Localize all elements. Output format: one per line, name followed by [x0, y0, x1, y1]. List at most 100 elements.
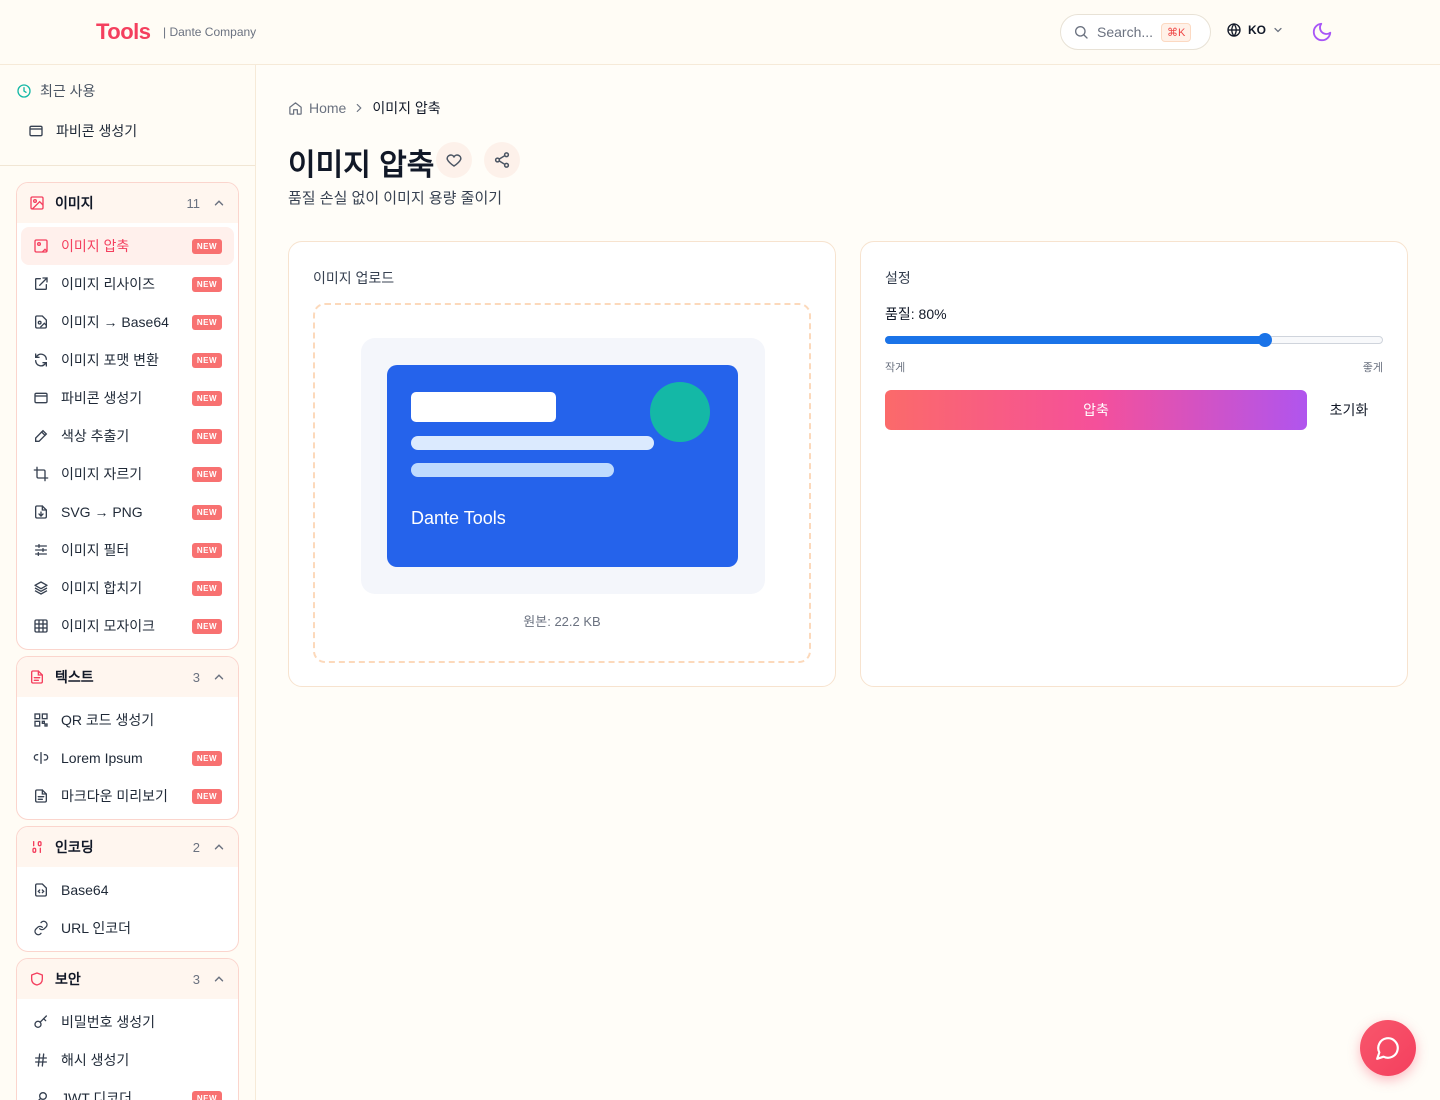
chevron-right-icon	[352, 101, 366, 115]
chevron-up-icon	[212, 972, 226, 986]
sidebar-item-format-convert[interactable]: 이미지 포맷 변환 NEW	[21, 341, 234, 379]
sidebar-item-image-filter[interactable]: 이미지 필터 NEW	[21, 531, 234, 569]
sidebar-item-jwt[interactable]: JWT 디코더 NEW	[21, 1079, 234, 1100]
chevron-down-icon	[1272, 24, 1284, 36]
sidebar-item-hash[interactable]: 해시 생성기	[21, 1041, 234, 1079]
qr-code-icon	[33, 712, 49, 728]
sidebar-item-image-resize[interactable]: 이미지 리사이즈 NEW	[21, 265, 234, 303]
sidebar-item-image-compress[interactable]: 이미지 압축 NEW	[21, 227, 234, 265]
file-code-icon	[33, 504, 49, 520]
group-count: 3	[192, 669, 200, 685]
sidebar-item-base64[interactable]: Base64	[21, 871, 234, 909]
theme-toggle[interactable]	[1311, 21, 1333, 43]
share-button[interactable]	[484, 142, 520, 178]
sidebar-group-text: 텍스트 3 QR 코드 생성기 Lorem Ipsum NEW 마크다운 미리보…	[16, 656, 239, 820]
logo[interactable]: Tools	[96, 19, 151, 45]
sidebar-item-label: 이미지 → Base64	[61, 314, 169, 330]
new-badge: NEW	[191, 750, 222, 766]
sidebar-item-svg-png[interactable]: SVG → PNG NEW	[21, 493, 234, 531]
clock-icon	[16, 83, 32, 99]
chat-button[interactable]	[1360, 1020, 1416, 1076]
sidebar-item-image-mosaic[interactable]: 이미지 모자이크 NEW	[21, 607, 234, 645]
compress-button[interactable]: 압축	[885, 390, 1307, 430]
sidebar-item-label: 비밀번호 생성기	[61, 1014, 156, 1030]
breadcrumb-current: 이미지 압축	[372, 100, 441, 116]
share-icon	[493, 151, 511, 169]
group-name: 텍스트	[55, 669, 94, 685]
sidebar-item-color-extract[interactable]: 색상 추출기 NEW	[21, 417, 234, 455]
sidebar-item-qr-code[interactable]: QR 코드 생성기	[21, 701, 234, 739]
new-badge: NEW	[191, 428, 222, 444]
new-badge: NEW	[191, 788, 222, 804]
image-upload-icon	[33, 238, 49, 254]
slider-fill	[885, 336, 1265, 344]
slider-thumb[interactable]	[1257, 333, 1272, 347]
key-round-icon	[33, 1090, 49, 1100]
preview-image: Dante Tools	[387, 365, 738, 567]
breadcrumb-home[interactable]: Home	[309, 100, 346, 116]
chat-bubble-icon	[1375, 1035, 1401, 1061]
new-badge: NEW	[191, 276, 222, 292]
binary-icon	[29, 839, 45, 855]
sidebar-item-image-crop[interactable]: 이미지 자르기 NEW	[21, 455, 234, 493]
sidebar-item-label: QR 코드 생성기	[61, 712, 155, 728]
sidebar-item-label: 이미지 자르기	[61, 466, 143, 482]
crop-icon	[33, 466, 49, 482]
group-header-image[interactable]: 이미지 11	[17, 183, 238, 223]
language-label: KO	[1248, 23, 1266, 37]
home-icon[interactable]	[288, 101, 303, 116]
new-badge: NEW	[191, 618, 222, 634]
sidebar-item-label: 색상 추출기	[61, 428, 130, 444]
language-selector[interactable]: KO	[1226, 22, 1284, 38]
sidebar-divider	[0, 165, 255, 166]
moon-icon	[1311, 21, 1333, 43]
file-image-icon	[33, 314, 49, 330]
sidebar-item-lorem-ipsum[interactable]: Lorem Ipsum NEW	[21, 739, 234, 777]
upload-dropzone[interactable]: Dante Tools 원본: 22.2 KB	[313, 303, 811, 663]
text-cursor-icon	[33, 750, 49, 766]
eyedropper-icon	[33, 428, 49, 444]
browser-window-icon	[33, 390, 49, 406]
globe-icon	[1226, 22, 1242, 38]
recent-header: 최근 사용	[16, 81, 95, 101]
sidebar: 최근 사용 파비콘 생성기 이미지 11 이미지 압축 NEW 이미지 리사이즈…	[0, 65, 256, 1100]
group-header-encoding[interactable]: 인코딩 2	[17, 827, 238, 867]
new-badge: NEW	[191, 352, 222, 368]
original-size: 원본: 22.2 KB	[523, 614, 601, 629]
group-header-security[interactable]: 보안 3	[17, 959, 238, 999]
recent-item-favicon[interactable]: 파비콘 생성기	[28, 121, 137, 141]
reset-button[interactable]: 초기화	[1319, 390, 1379, 430]
group-name: 보안	[55, 971, 81, 987]
group-name: 인코딩	[55, 839, 94, 855]
upload-card: 이미지 업로드 Dante Tools 원본: 22.2 KB	[288, 241, 836, 687]
sidebar-item-image-merge[interactable]: 이미지 합치기 NEW	[21, 569, 234, 607]
search-box[interactable]: Search... ⌘K	[1060, 14, 1211, 50]
sidebar-item-markdown[interactable]: 마크다운 미리보기 NEW	[21, 777, 234, 815]
settings-card: 설정 품질: 80% 작게 좋게 압축 초기화	[860, 241, 1408, 687]
group-count: 2	[192, 839, 200, 855]
sidebar-item-label: 이미지 모자이크	[61, 618, 156, 634]
sidebar-item-label: 이미지 리사이즈	[61, 276, 156, 292]
top-header: Tools | Dante Company Search... ⌘K KO	[0, 0, 1440, 65]
favorite-button[interactable]	[436, 142, 472, 178]
browser-window-icon	[28, 123, 44, 139]
key-icon	[33, 1014, 49, 1030]
sidebar-group-encoding: 인코딩 2 Base64 URL 인코더	[16, 826, 239, 952]
sidebar-item-image-base64[interactable]: 이미지 → Base64 NEW	[21, 303, 234, 341]
sidebar-item-password[interactable]: 비밀번호 생성기	[21, 1003, 234, 1041]
refresh-icon	[33, 352, 49, 368]
quality-slider[interactable]	[885, 333, 1383, 347]
file-text-icon	[29, 669, 45, 685]
group-header-text[interactable]: 텍스트 3	[17, 657, 238, 697]
company-name: | Dante Company	[163, 25, 257, 39]
slider-min-label: 작게	[885, 362, 906, 374]
sidebar-item-label: 이미지 포맷 변환	[61, 352, 159, 368]
grid-icon	[33, 618, 49, 634]
sidebar-item-url-encoder[interactable]: URL 인코더	[21, 909, 234, 947]
sidebar-item-label: 파비콘 생성기	[61, 390, 143, 406]
link-icon	[33, 920, 49, 936]
sidebar-item-label: 이미지 합치기	[61, 580, 143, 596]
slider-max-label: 좋게	[1362, 362, 1383, 374]
sidebar-item-favicon[interactable]: 파비콘 생성기 NEW	[21, 379, 234, 417]
page-title: 이미지 압축	[288, 149, 435, 182]
